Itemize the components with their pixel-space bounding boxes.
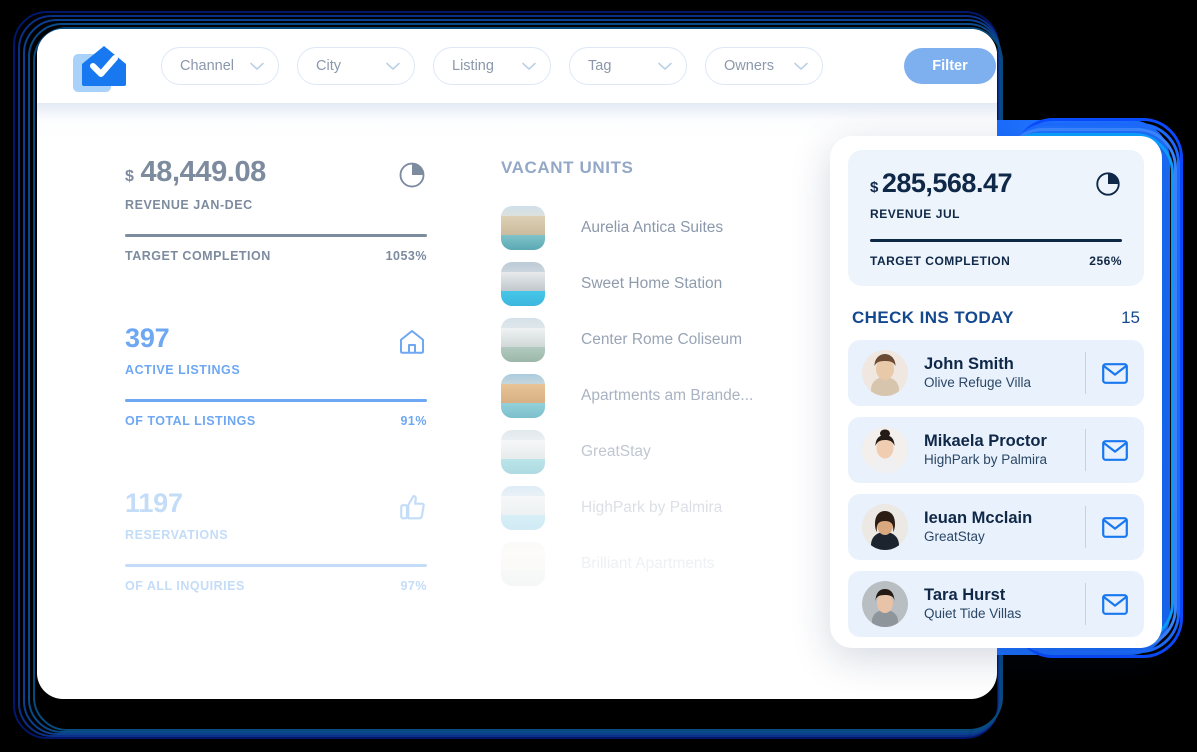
pie-chart-icon [1096,172,1120,196]
property-thumbnail [501,542,545,586]
property-thumbnail [501,430,545,474]
revenue-foot-value: 256% [1089,254,1122,268]
envelope-icon [1102,593,1128,615]
stat-revenue-value: 48,449.08 [140,156,267,188]
checkin-row[interactable]: Mikaela Proctor HighPark by Palmira [848,417,1144,483]
chevron-down-icon [386,62,400,70]
checkins-header: CHECK INS TODAY 15 [852,308,1140,328]
stat-reservations-value: 1197 [125,488,183,518]
stat-reservations-foot-value: 97% [400,579,427,593]
revenue-progress-bar [870,239,1122,242]
property-thumbnail [501,206,545,250]
checkin-property-name: HighPark by Palmira [924,452,1048,468]
chevron-down-icon [522,62,536,70]
stat-active-listings-foot-label: OF TOTAL LISTINGS [125,414,256,428]
stat-reservations-caption: RESERVATIONS [125,528,229,542]
property-thumbnail [501,374,545,418]
revenue-caption: REVENUE JUL [870,207,961,221]
checkin-row[interactable]: John Smith Olive Refuge Villa [848,340,1144,406]
avatar [862,350,908,396]
revenue-value: 285,568.47 [881,168,1013,198]
currency-symbol: $ [125,168,134,185]
checkins-count: 15 [1121,308,1140,327]
filter-listing-label: Listing [452,58,494,74]
checkin-property-name: Olive Refuge Villa [924,375,1032,391]
stat-revenue-foot-value: 1053% [385,249,427,263]
filter-tag-label: Tag [588,58,612,74]
envelope-icon [1102,362,1128,384]
vacant-item-name: Center Rome Coliseum [581,331,743,348]
checkin-property-name: GreatStay [924,529,985,545]
stat-revenue-caption: REVENUE JAN-DEC [125,198,253,212]
stat-revenue-foot-label: TARGET COMPLETION [125,249,271,263]
property-thumbnail [501,486,545,530]
filter-channel[interactable]: Channel [161,47,280,85]
home-icon [400,330,424,354]
stat-revenue-progress [125,234,427,237]
send-message-button[interactable] [1086,362,1144,384]
stat-active-listings-foot-value: 91% [400,414,427,428]
filter-pill-group: Channel City Listing Tag Owners Filter [161,47,997,85]
vacant-item-name: Sweet Home Station [581,275,723,292]
checkin-guest-name: John Smith [924,354,1014,373]
stat-revenue: $ 48,449.08 REVENUE JAN-DEC TARGET COMPL… [125,158,427,263]
checkins-title: CHECK INS TODAY [852,308,1014,327]
filter-tag[interactable]: Tag [569,47,688,85]
checkin-property-name: Quiet Tide Villas [924,606,1022,622]
chevron-down-icon [794,62,808,70]
filter-city[interactable]: City [297,47,416,85]
stat-active-listings: 397 ACTIVE LISTINGS OF TOTAL LISTINGS 91… [125,325,427,428]
filter-owners[interactable]: Owners [705,47,824,85]
checkin-row[interactable]: Ieuan Mcclain GreatStay [848,494,1144,560]
stat-revenue-amount: $ 48,449.08 [125,158,266,187]
vacant-item-name: Apartments am Brande... [581,387,754,404]
currency-symbol: $ [870,179,878,196]
vacant-item-name: GreatStay [581,443,651,460]
checkin-guest-name: Ieuan Mcclain [924,508,1033,527]
property-thumbnail [501,318,545,362]
revenue-amount: $ 285,568.47 [870,170,1012,197]
stat-reservations-progress [125,564,427,567]
pie-chart-icon [399,162,425,188]
avatar [862,581,908,627]
stat-active-listings-progress [125,399,427,402]
revenue-summary-panel: $ 285,568.47 REVENUE JUL TARGET COMPLETI… [848,150,1144,286]
checkin-guest-name: Mikaela Proctor [924,431,1047,450]
stat-active-listings-caption: ACTIVE LISTINGS [125,363,241,377]
revenue-foot-label: TARGET COMPLETION [870,254,1011,268]
chevron-down-icon [250,62,264,70]
filter-button[interactable]: Filter [904,48,997,84]
house-check-logo[interactable] [73,40,131,92]
avatar [862,427,908,473]
send-message-button[interactable] [1086,516,1144,538]
send-message-button[interactable] [1086,593,1144,615]
stat-reservations: 1197 RESERVATIONS OF ALL INQUIRIES 97% [125,490,427,593]
checkin-guest-name: Tara Hurst [924,585,1006,604]
envelope-icon [1102,439,1128,461]
stat-reservations-foot-label: OF ALL INQUIRIES [125,579,245,593]
checkin-row[interactable]: Tara Hurst Quiet Tide Villas [848,571,1144,637]
envelope-icon [1102,516,1128,538]
avatar [862,504,908,550]
app-header: Channel City Listing Tag Owners Filter [37,29,997,103]
vacant-item-name: HighPark by Palmira [581,499,723,516]
vacant-item-name: Aurelia Antica Suites [581,219,724,236]
stat-active-listings-value: 397 [125,323,170,353]
stats-column: $ 48,449.08 REVENUE JAN-DEC TARGET COMPL… [37,158,427,655]
property-thumbnail [501,262,545,306]
thumbs-up-icon [400,494,425,520]
checkins-floating-card: $ 285,568.47 REVENUE JUL TARGET COMPLETI… [830,136,1162,648]
filter-city-label: City [316,58,341,74]
chevron-down-icon [658,62,672,70]
filter-channel-label: Channel [180,58,235,74]
filter-listing[interactable]: Listing [433,47,552,85]
filter-owners-label: Owners [724,58,774,74]
send-message-button[interactable] [1086,439,1144,461]
house-check-icon [82,46,126,86]
vacant-item-name: Brilliant Apartments [581,555,715,572]
